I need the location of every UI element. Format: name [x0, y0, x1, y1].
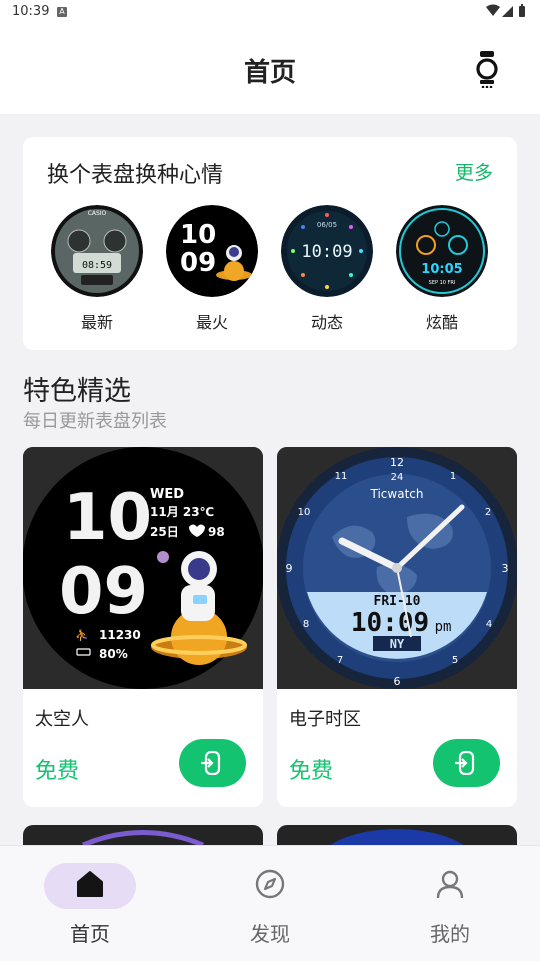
svg-text:FRI-10: FRI-10	[374, 594, 421, 609]
nav-item-home[interactable]: 首页	[0, 846, 180, 961]
home-icon	[77, 871, 103, 897]
signal-icon	[502, 6, 513, 17]
bottom-navigation: 首页 发现 我的	[0, 845, 540, 961]
svg-text:24: 24	[391, 472, 404, 483]
face-thumb-latest[interactable]: CASIO 08:59	[51, 205, 143, 297]
mood-card-title: 换个表盘换种心情	[47, 163, 224, 188]
svg-text:3: 3	[502, 562, 509, 575]
page-title: 首页	[243, 58, 296, 88]
product-price: 免费	[35, 759, 80, 784]
product-card-astronaut[interactable]: 10 09 WED 11月 23℃ 25日 98 ⛹ 11230 80% 太空人…	[23, 447, 263, 807]
face-thumb-hottest[interactable]: 10 09	[166, 205, 258, 297]
mood-faces-card: 换个表盘换种心情 更多 CASIO 08:59 最新 10 09 最火 06/0…	[23, 137, 517, 350]
svg-text:CASIO: CASIO	[88, 210, 107, 217]
battery-icon	[519, 6, 525, 17]
svg-text:10: 10	[298, 507, 311, 518]
face-label-latest: 最新	[80, 313, 113, 332]
nav-item-profile[interactable]: 我的	[360, 846, 540, 961]
section-subtitle: 每日更新表盘列表	[23, 411, 167, 432]
product-price: 免费	[289, 759, 334, 784]
section-title: 特色精选	[23, 376, 131, 407]
svg-text:SEP 10 FRI: SEP 10 FRI	[429, 280, 456, 286]
nav-label-discover: 发现	[250, 922, 290, 946]
svg-text:80%: 80%	[99, 647, 128, 661]
face-hour: 10	[63, 481, 152, 555]
svg-text:2: 2	[485, 507, 491, 518]
face-label-hottest: 最火	[195, 313, 228, 332]
svg-text:11月 23℃: 11月 23℃	[150, 505, 214, 519]
svg-text:6: 6	[394, 675, 401, 688]
svg-text:11: 11	[335, 471, 348, 482]
svg-text:5: 5	[452, 655, 458, 666]
install-to-watch-button[interactable]	[179, 739, 246, 787]
wifi-icon	[486, 4, 500, 16]
svg-text:8: 8	[303, 619, 309, 630]
face-label-dynamic: 动态	[310, 313, 343, 332]
watch-install-icon	[201, 751, 221, 775]
ticwatch-face-preview: Ticwatch 12 24 3 6 9 1 2 4 5 7 8 10 11 F…	[277, 447, 517, 689]
svg-text:09: 09	[180, 248, 216, 278]
product-card-ticwatch[interactable]: Ticwatch 12 24 3 6 9 1 2 4 5 7 8 10 11 F…	[277, 447, 517, 807]
svg-text:10:09: 10:09	[351, 608, 429, 638]
compass-icon	[255, 869, 285, 899]
svg-text:06/05: 06/05	[317, 221, 337, 229]
svg-text:9: 9	[286, 562, 293, 575]
nav-item-discover[interactable]: 发现	[180, 846, 360, 961]
system-status-icons	[486, 4, 525, 17]
profile-icon	[436, 870, 464, 899]
svg-text:10: 10	[180, 220, 216, 250]
svg-text:WED: WED	[150, 487, 184, 502]
product-name: 电子时区	[289, 709, 361, 730]
svg-text:7: 7	[337, 655, 343, 666]
watch-install-icon	[455, 751, 475, 775]
svg-text:08:59: 08:59	[82, 260, 112, 271]
nav-label-home: 首页	[70, 922, 110, 946]
svg-text:12: 12	[390, 456, 404, 469]
svg-text:10:05: 10:05	[421, 262, 462, 277]
svg-text:NY: NY	[390, 637, 405, 651]
face-thumb-cool[interactable]: 10:05 SEP 10 FRI	[396, 205, 488, 297]
install-to-watch-button[interactable]	[433, 739, 500, 787]
svg-text:Ticwatch: Ticwatch	[370, 487, 424, 501]
face-minute: 09	[59, 555, 148, 629]
watch-icon[interactable]	[470, 50, 504, 88]
status-time: 10:39	[12, 4, 50, 19]
svg-text:4: 4	[486, 619, 492, 630]
svg-text:25日: 25日	[150, 525, 179, 539]
face-thumb-dynamic[interactable]: 06/05 10:09	[281, 205, 373, 297]
astronaut-face-preview: 10 09 WED 11月 23℃ 25日 98 ⛹ 11230 80%	[23, 447, 263, 689]
svg-text:1: 1	[450, 471, 456, 482]
svg-text:98: 98	[208, 525, 225, 539]
svg-text:pm: pm	[435, 619, 452, 635]
app-header: 首页	[0, 24, 540, 114]
svg-text:10:09: 10:09	[301, 242, 352, 262]
notification-badge: A	[57, 7, 67, 17]
status-bar: 10:39 A	[0, 0, 540, 24]
nav-label-profile: 我的	[430, 922, 470, 946]
face-label-cool: 炫酷	[425, 313, 458, 332]
more-link[interactable]: 更多	[455, 158, 493, 185]
svg-text:11230: 11230	[99, 628, 141, 642]
svg-text:⛹: ⛹	[75, 628, 89, 642]
product-name: 太空人	[35, 709, 89, 730]
